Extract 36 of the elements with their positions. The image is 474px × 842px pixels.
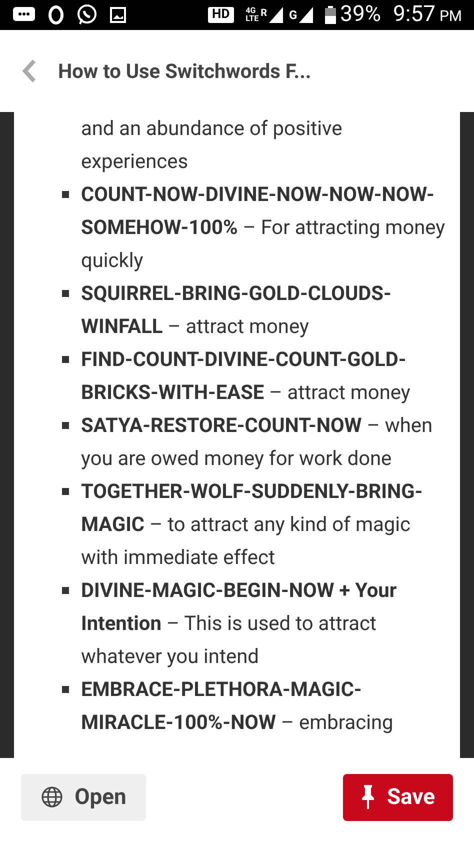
globe-icon bbox=[40, 786, 63, 808]
bullet-icon bbox=[62, 290, 69, 297]
clock-time: 9:57 bbox=[393, 4, 436, 26]
image-icon bbox=[110, 7, 126, 23]
list-item-text: COUNT-NOW-DIVINE-NOW-NOW-NOW-SOMEHOW-100% – For attracting money quickly bbox=[81, 181, 446, 274]
bullet-icon bbox=[62, 488, 69, 495]
signal-icon bbox=[268, 7, 283, 23]
list-item-text: DIVINE-MAGIC-BEGIN-NOW + Your Intention – This is used to attract whatever you intend bbox=[81, 577, 398, 670]
clock-ampm: PM bbox=[439, 9, 462, 24]
list-item-text: SQUIRREL-BRING-GOLD-CLOUDS-WINFALL – attract money bbox=[81, 280, 392, 340]
signal-icon bbox=[299, 7, 314, 23]
bullet-icon bbox=[62, 356, 69, 363]
page-title: How to Use Switchwords F... bbox=[58, 58, 312, 85]
list-item-text: SATYA-RESTORE-COUNT-NOW – when you are owed money for work done bbox=[81, 412, 434, 472]
chat-icon bbox=[12, 6, 36, 24]
open-button[interactable]: Open bbox=[21, 774, 146, 820]
pin-icon bbox=[360, 784, 375, 810]
bullet-icon bbox=[62, 686, 69, 693]
save-button[interactable]: Save bbox=[343, 774, 453, 820]
network-type-label: 4G bbox=[246, 7, 257, 15]
bullet-icon bbox=[62, 191, 69, 198]
hd-label: HD bbox=[208, 7, 234, 23]
phone-bubble-icon bbox=[76, 4, 98, 26]
list-item-text: and an abundance of positive experiences bbox=[81, 115, 344, 175]
list-item-text: EMBRACE-PLETHORA-MAGIC-MIRACLE-100%-NOW – embracing bbox=[81, 676, 394, 736]
bullet-icon bbox=[62, 422, 69, 429]
ring-icon bbox=[48, 5, 64, 25]
list-item-text: TOGETHER-WOLF-SUDDENLY-BRING-MAGIC – to attract any kind of magic with immediate effect bbox=[81, 478, 424, 571]
network-label: G bbox=[288, 7, 298, 24]
bullet-icon bbox=[62, 587, 69, 594]
network-type-label: LTE bbox=[246, 15, 259, 23]
back-icon[interactable] bbox=[20, 58, 38, 84]
roaming-label: R bbox=[260, 7, 267, 21]
battery-icon bbox=[325, 6, 336, 24]
battery-percent: 39% bbox=[340, 4, 382, 26]
list-item-text: FIND-COUNT-DIVINE-COUNT-GOLD-BRICKS-WITH-EASE – attract money bbox=[81, 346, 412, 406]
